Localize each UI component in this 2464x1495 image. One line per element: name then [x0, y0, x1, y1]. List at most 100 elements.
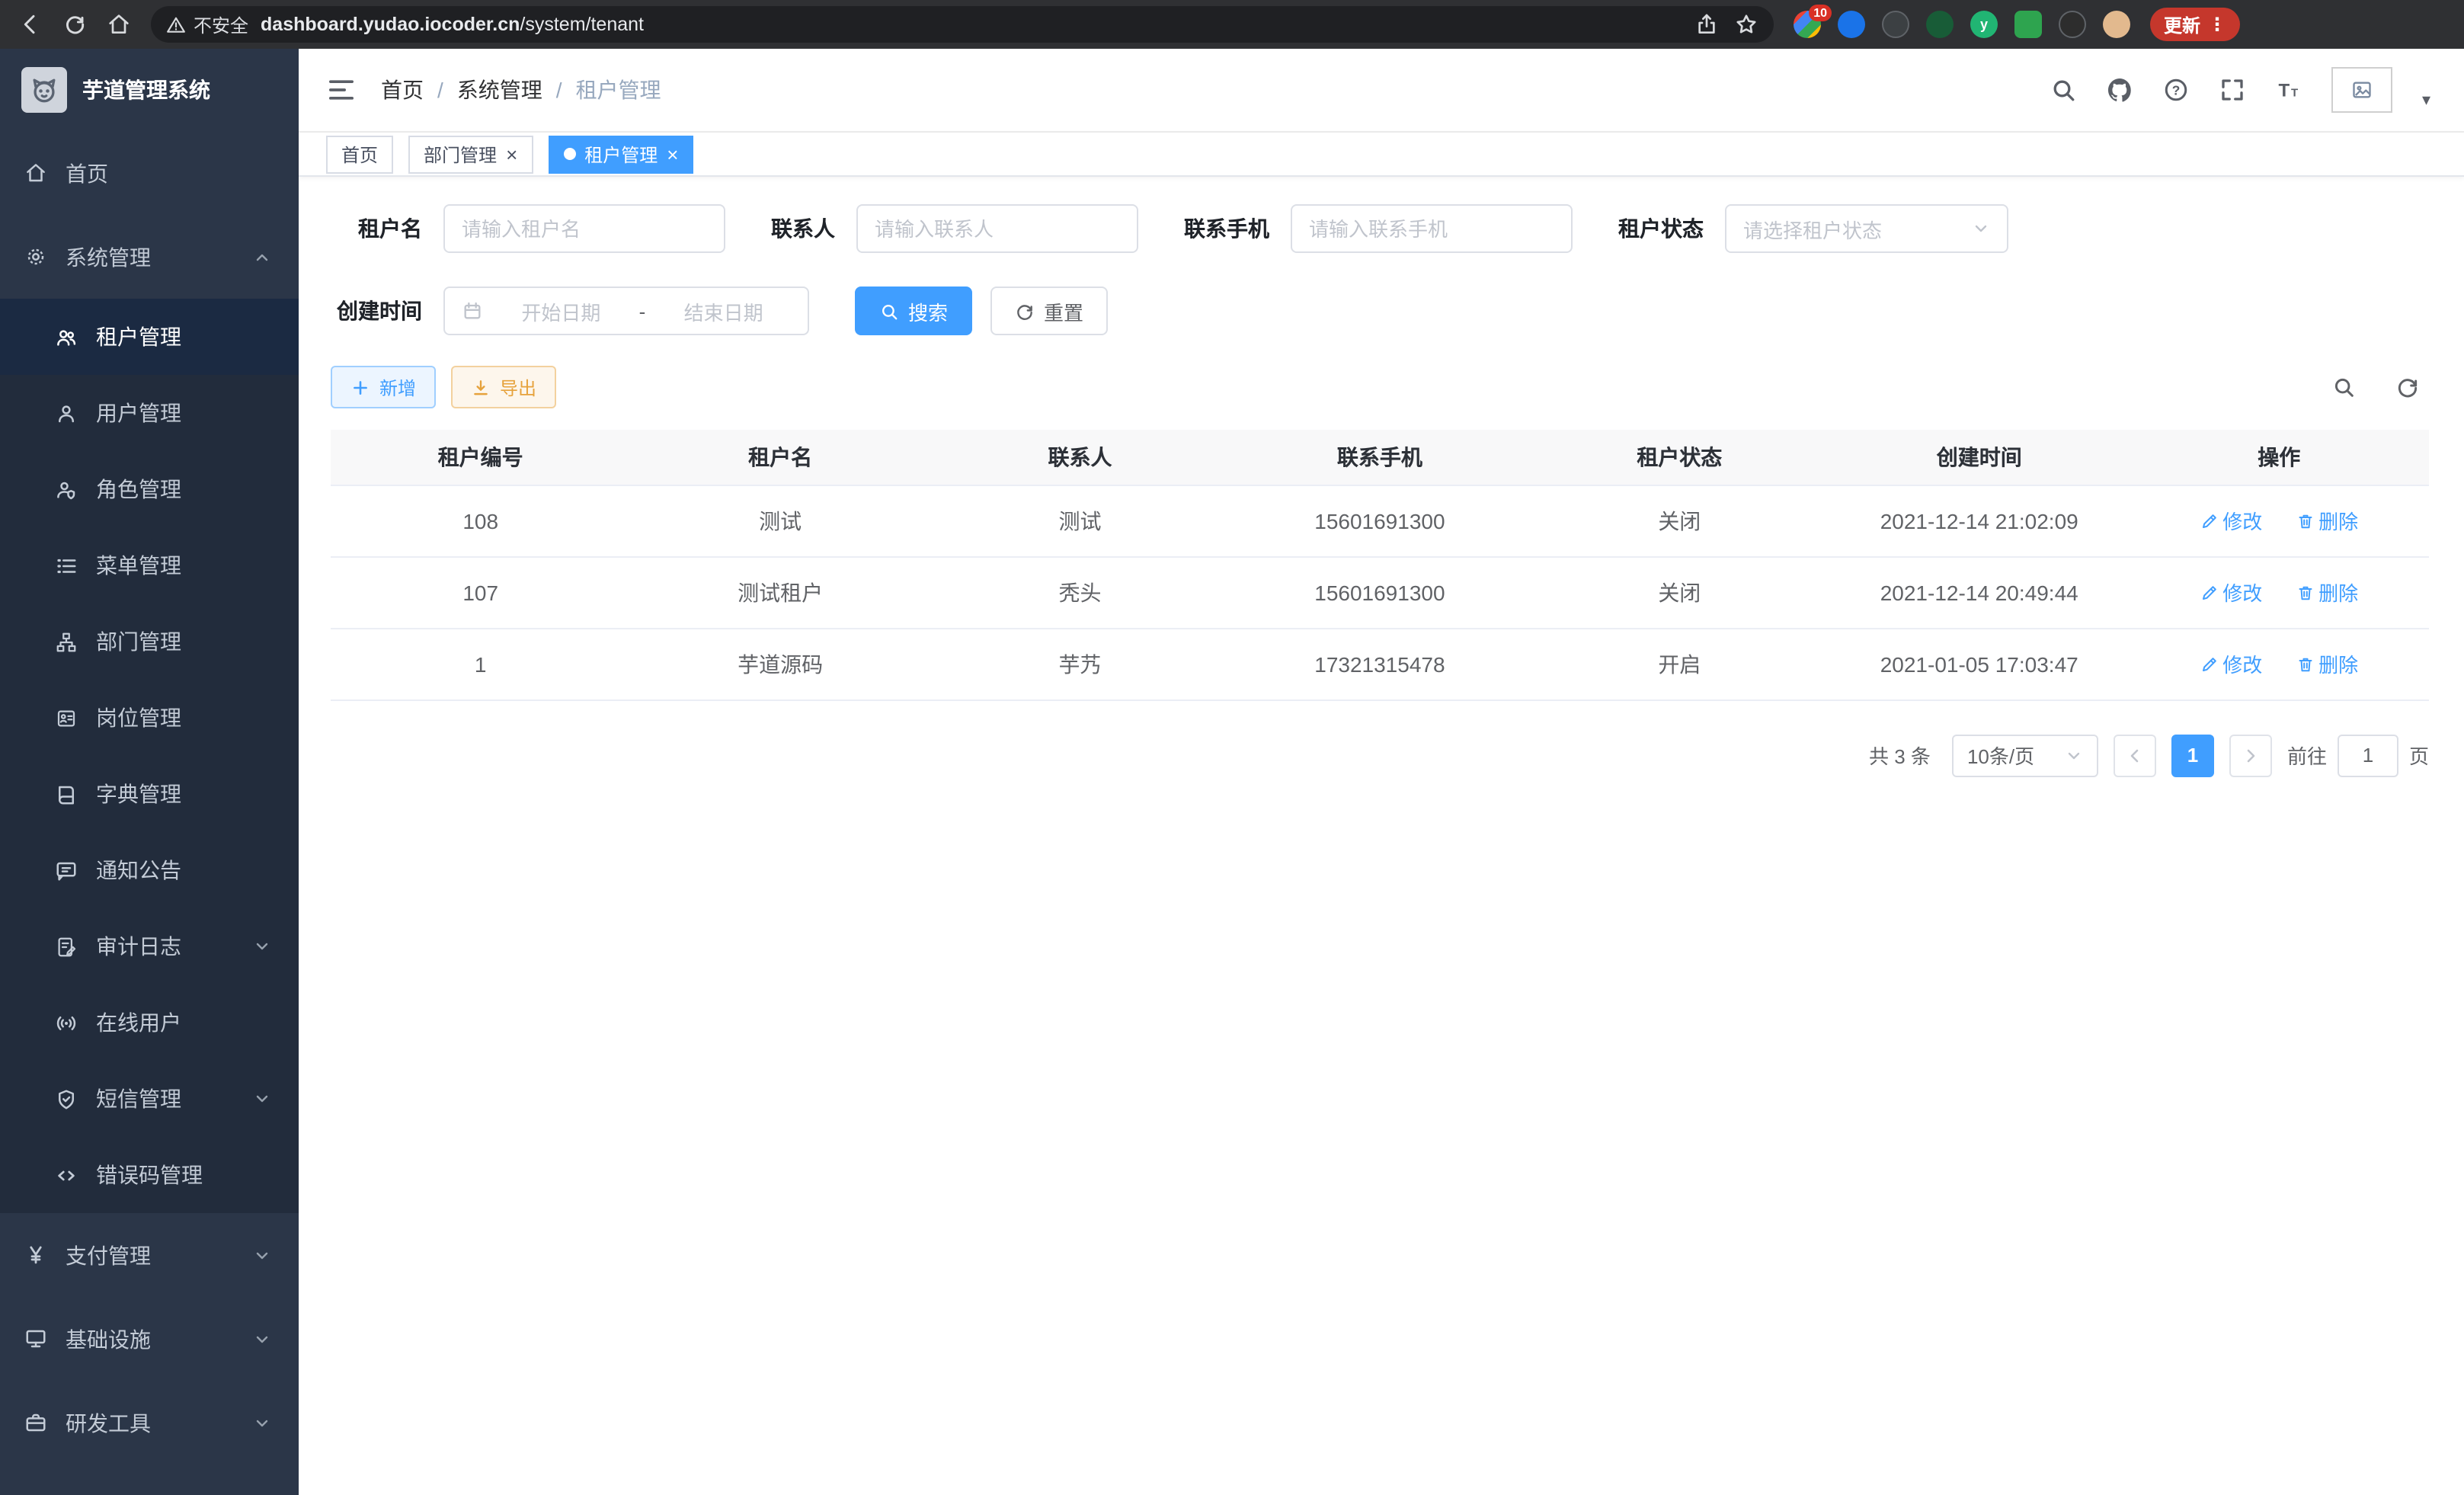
font-size-icon[interactable] [2276, 76, 2303, 104]
page-size-select[interactable]: 10条/页 [1952, 734, 2098, 776]
org-tree-icon [55, 630, 78, 653]
sidebar-item-home[interactable]: 首页 [0, 131, 299, 215]
sidebar-item-users[interactable]: 用户管理 [0, 375, 299, 451]
contact-field [856, 204, 1138, 253]
trash-icon [2296, 511, 2314, 530]
back-icon[interactable] [18, 12, 43, 37]
sidebar-item-dict[interactable]: 字典管理 [0, 756, 299, 832]
edit-link[interactable]: 修改 [2200, 506, 2262, 535]
toggle-search-icon[interactable] [2331, 375, 2356, 399]
table-row: 108 测试 测试 15601691300 关闭 2021-12-14 21:0… [331, 485, 2429, 556]
profile-avatar-icon[interactable] [2103, 11, 2130, 38]
extension-icon[interactable] [1882, 11, 1909, 38]
tab-home[interactable]: 首页 [326, 135, 393, 173]
search-icon[interactable] [2050, 76, 2078, 104]
fullscreen-icon[interactable] [2219, 76, 2247, 104]
close-icon[interactable]: × [506, 144, 517, 164]
page-content: 租户名 联系人 联系手机 [299, 177, 2464, 1495]
sidebar-item-menus[interactable]: 菜单管理 [0, 527, 299, 603]
extension-icon[interactable] [1926, 11, 1954, 38]
col-phone: 联系手机 [1230, 430, 1529, 485]
url-bar[interactable]: 不安全 dashboard.yudao.iocoder.cn/system/te… [151, 6, 1774, 43]
goto-page-input[interactable] [2338, 734, 2398, 776]
close-icon[interactable]: × [667, 144, 678, 164]
status-placeholder: 请选择租户状态 [1743, 214, 1961, 243]
breadcrumb-system[interactable]: 系统管理 [457, 75, 542, 105]
status-select[interactable]: 请选择租户状态 [1725, 204, 2008, 253]
tenant-icon [55, 325, 78, 348]
browser-update-button[interactable]: 更新 ⋮ [2150, 8, 2240, 41]
hamburger-icon[interactable] [326, 75, 357, 105]
github-icon[interactable] [2107, 76, 2134, 104]
page-1-button[interactable]: 1 [2171, 734, 2214, 776]
help-icon[interactable] [2163, 76, 2190, 104]
filter-row-1: 租户名 联系人 联系手机 [331, 204, 2429, 253]
contact-input[interactable] [875, 217, 1120, 240]
breadcrumb-home[interactable]: 首页 [381, 75, 424, 105]
edit-link[interactable]: 修改 [2200, 578, 2262, 607]
col-operations: 操作 [2129, 430, 2429, 485]
screen: 不安全 dashboard.yudao.iocoder.cn/system/te… [0, 0, 2464, 1495]
download-icon [471, 377, 491, 397]
sidebar-item-audit-log[interactable]: 审计日志 [0, 908, 299, 984]
app-logo[interactable]: 芋道管理系统 [0, 49, 299, 131]
date-range-picker[interactable]: 开始日期 - 结束日期 [443, 287, 809, 335]
edit-link[interactable]: 修改 [2200, 649, 2262, 678]
sidebar-item-posts[interactable]: 岗位管理 [0, 680, 299, 756]
delete-label: 删除 [2318, 649, 2358, 678]
sidebar-item-dev-tools[interactable]: 研发工具 [0, 1381, 299, 1465]
sidebar-item-infrastructure[interactable]: 基础设施 [0, 1297, 299, 1381]
sidebar-item-payment[interactable]: 支付管理 [0, 1213, 299, 1297]
tab-department[interactable]: 部门管理 × [408, 135, 533, 173]
phone-label: 联系手机 [1184, 213, 1269, 244]
add-button[interactable]: 新增 [331, 366, 436, 408]
col-created: 创建时间 [1829, 430, 2129, 485]
delete-link[interactable]: 删除 [2296, 649, 2358, 678]
tab-tenant[interactable]: 租户管理 × [548, 135, 693, 173]
security-label: 不安全 [194, 11, 248, 37]
delete-link[interactable]: 删除 [2296, 578, 2358, 607]
sidebar-item-error-codes[interactable]: 错误码管理 [0, 1137, 299, 1213]
phone-input[interactable] [1309, 217, 1554, 240]
cell-phone: 15601691300 [1230, 485, 1529, 556]
sidebar-item-system[interactable]: 系统管理 [0, 215, 299, 299]
col-contact: 联系人 [930, 430, 1230, 485]
next-page-button[interactable] [2229, 734, 2272, 776]
sidebar-item-departments[interactable]: 部门管理 [0, 603, 299, 680]
caret-down-icon[interactable]: ▾ [2422, 90, 2430, 113]
extension-icon[interactable]: y [1970, 11, 1998, 38]
extension-icon[interactable] [2059, 11, 2086, 38]
sidebar-item-online-users[interactable]: 在线用户 [0, 984, 299, 1061]
export-button-label: 导出 [500, 374, 536, 400]
kebab-menu-icon[interactable]: ⋮ [2208, 14, 2226, 35]
tenant-name-input[interactable] [462, 217, 707, 240]
contact-label: 联系人 [771, 213, 835, 244]
cell-contact: 测试 [930, 485, 1230, 556]
sidebar-item-tenant[interactable]: 租户管理 [0, 299, 299, 375]
export-button[interactable]: 导出 [451, 366, 556, 408]
sidebar-item-roles[interactable]: 角色管理 [0, 451, 299, 527]
sidebar-item-label: 系统管理 [66, 242, 151, 272]
edit-label: 修改 [2222, 506, 2262, 535]
breadcrumb-separator: / [556, 78, 562, 102]
extension-icon[interactable] [2014, 11, 2042, 38]
extension-icon[interactable] [1838, 11, 1865, 38]
add-button-label: 新增 [379, 374, 416, 400]
avatar[interactable] [2332, 67, 2393, 113]
security-indicator[interactable]: 不安全 [166, 11, 248, 37]
share-icon[interactable] [1694, 12, 1719, 37]
extension-icon[interactable]: 10 [1794, 11, 1821, 38]
home-icon[interactable] [107, 12, 131, 37]
bookmark-star-icon[interactable] [1734, 12, 1758, 37]
sidebar-item-notice[interactable]: 通知公告 [0, 832, 299, 908]
refresh-table-icon[interactable] [2395, 375, 2420, 399]
search-button[interactable]: 搜索 [855, 287, 972, 335]
prev-page-button[interactable] [2114, 734, 2156, 776]
reload-icon[interactable] [62, 12, 87, 37]
delete-link[interactable]: 删除 [2296, 506, 2358, 535]
sidebar-item-sms[interactable]: 短信管理 [0, 1061, 299, 1137]
cell-status: 开启 [1530, 628, 1829, 699]
reset-button[interactable]: 重置 [990, 287, 1108, 335]
status-label: 租户状态 [1618, 213, 1704, 244]
cell-created: 2021-12-14 20:49:44 [1829, 556, 2129, 628]
